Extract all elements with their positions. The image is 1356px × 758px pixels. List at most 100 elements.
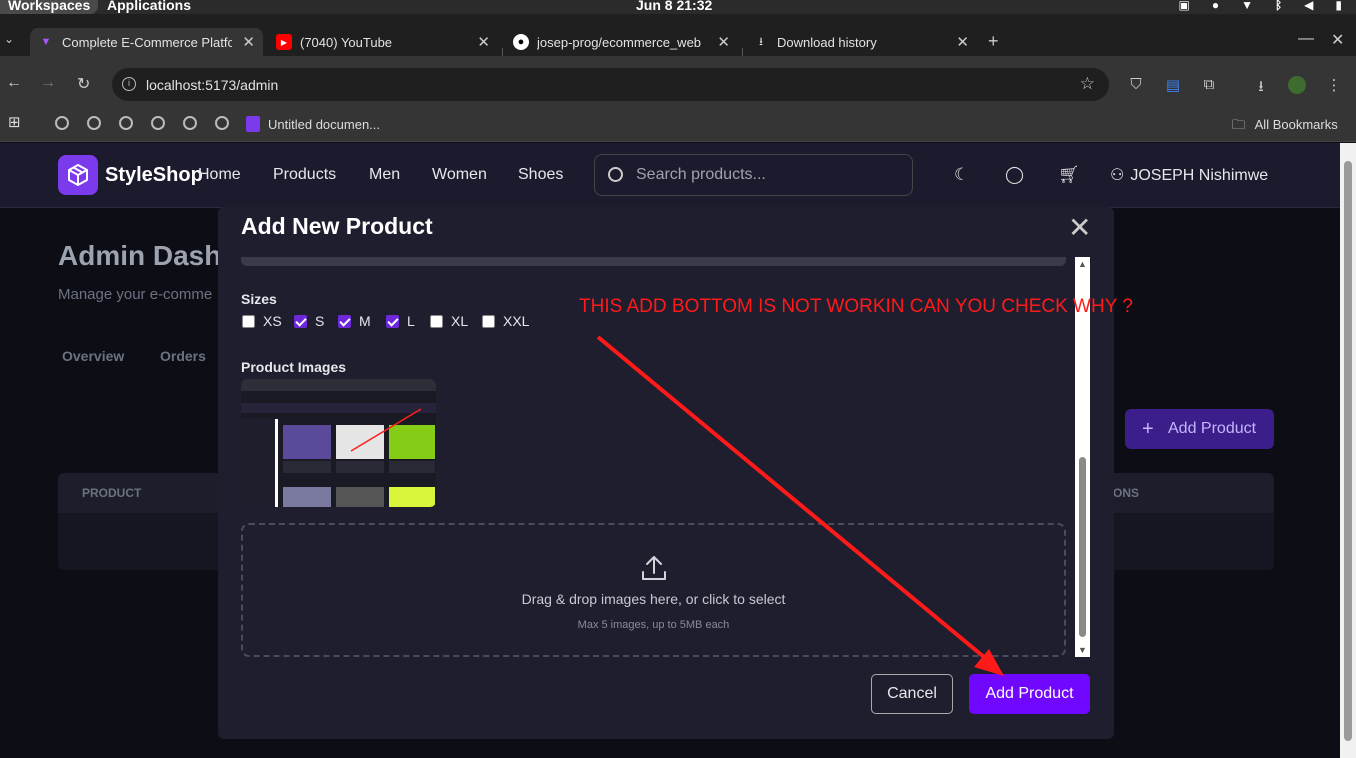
- close-window-icon[interactable]: ✕: [1331, 30, 1344, 50]
- all-bookmarks[interactable]: 🗀 All Bookmarks: [1232, 116, 1338, 138]
- add-product-submit-button[interactable]: Add Product: [969, 674, 1090, 714]
- youtube-icon: ▶: [276, 34, 292, 50]
- extension-icon[interactable]: ▤: [1164, 76, 1182, 94]
- text-field-bottom[interactable]: [241, 257, 1066, 266]
- folder-icon: 🗀: [1232, 117, 1246, 132]
- size-xl-checkbox[interactable]: XL: [430, 313, 468, 329]
- tab-overview[interactable]: Overview: [62, 348, 124, 364]
- add-product-button-background[interactable]: + Add Product: [1125, 409, 1274, 449]
- wifi-icon[interactable]: ▼: [1241, 0, 1253, 12]
- chat-icon[interactable]: ◯: [1005, 165, 1024, 185]
- box-icon: [68, 164, 88, 186]
- tab-downloads[interactable]: ⭳ Download history ✕: [745, 28, 977, 56]
- add-product-modal: Add New Product ✕ Sizes XS S M L XL XXL …: [218, 207, 1114, 739]
- search-input[interactable]: Search products...: [594, 154, 913, 196]
- user-menu[interactable]: ⚇ JOSEPH Nishimwe: [1110, 165, 1268, 185]
- tab-search-icon[interactable]: ⌄: [4, 32, 14, 46]
- system-tray: ▣ ● ▼ ᛒ ◀ ▮: [1178, 0, 1342, 12]
- close-tab-icon[interactable]: ✕: [242, 33, 255, 51]
- moon-icon[interactable]: ☾: [954, 165, 969, 185]
- modal-title: Add New Product: [241, 213, 433, 239]
- download-icon: ⭳: [759, 35, 763, 48]
- clock[interactable]: Jun 8 21:32: [636, 0, 712, 14]
- app-icon[interactable]: ●: [1212, 0, 1219, 12]
- menu-icon[interactable]: ⋮: [1325, 76, 1343, 94]
- size-m-checkbox[interactable]: M: [338, 313, 371, 329]
- dropzone-hint: Max 5 images, up to 5MB each: [577, 619, 730, 631]
- bookmarks-bar: ⊞ Untitled documen... 🗀 All Bookmarks: [0, 108, 1356, 142]
- column-product: PRODUCT: [82, 486, 142, 500]
- close-tab-icon[interactable]: ✕: [956, 33, 969, 51]
- annotation-text: THIS ADD BOTTOM IS NOT WORKIN CAN YOU CH…: [579, 296, 1133, 317]
- brand-name[interactable]: StyleShop: [105, 164, 203, 187]
- close-icon[interactable]: ✕: [1068, 211, 1091, 244]
- back-icon[interactable]: ←: [6, 74, 22, 92]
- nav-products[interactable]: Products: [273, 166, 336, 184]
- tab-github[interactable]: ● josep-prog/ecommerce_web ✕: [505, 28, 738, 56]
- logo[interactable]: [58, 155, 98, 195]
- bookmark-star-icon[interactable]: ☆: [1080, 74, 1095, 94]
- size-xs-checkbox[interactable]: XS: [242, 313, 282, 329]
- search-icon: [608, 167, 623, 182]
- site-header: StyleShop Home Products Men Women Shoes …: [0, 143, 1340, 208]
- close-tab-icon[interactable]: ✕: [477, 33, 490, 51]
- tab-orders[interactable]: Orders: [160, 348, 206, 364]
- downloads-icon[interactable]: ⭳: [1252, 76, 1270, 95]
- sizes-label: Sizes: [241, 291, 277, 307]
- close-tab-icon[interactable]: ✕: [717, 33, 730, 51]
- site-info-icon[interactable]: i: [122, 77, 136, 91]
- vite-icon: ▼: [40, 36, 52, 48]
- extensions-puzzle-icon[interactable]: ⧉: [1200, 76, 1218, 94]
- os-top-bar: Workspaces Applications Jun 8 21:32 ▣ ● …: [0, 0, 1356, 14]
- minimize-icon[interactable]: —: [1298, 30, 1314, 48]
- profile-avatar[interactable]: [1288, 76, 1306, 94]
- nav-home[interactable]: Home: [198, 166, 241, 184]
- image-dropzone[interactable]: Drag & drop images here, or click to sel…: [241, 523, 1066, 657]
- nav-men[interactable]: Men: [369, 166, 400, 184]
- bookmark-docs[interactable]: Untitled documen...: [246, 116, 380, 132]
- nav-women[interactable]: Women: [432, 166, 487, 184]
- bookmark-globe-icon[interactable]: [183, 116, 197, 133]
- size-s-checkbox[interactable]: S: [294, 313, 324, 329]
- tab-youtube[interactable]: ▶ (7040) YouTube ✕: [268, 28, 498, 56]
- page-title: Admin Dash: [58, 240, 222, 271]
- cancel-button[interactable]: Cancel: [871, 674, 953, 714]
- browser-toolbar: ← → ↻ i localhost:5173/admin ☆ ⛉ ▤ ⧉ ⭳ ⋮: [0, 56, 1356, 108]
- tab-ecommerce[interactable]: ▼ Complete E-Commerce Platfo ✕: [30, 28, 263, 56]
- column-actions: ONS: [1113, 486, 1140, 500]
- bookmark-globe-icon[interactable]: [55, 116, 69, 133]
- image-preview-thumbnail[interactable]: [241, 379, 436, 507]
- shield-extension-icon[interactable]: ⛉: [1127, 76, 1145, 94]
- page-scrollbar-thumb[interactable]: [1344, 161, 1352, 741]
- dropzone-text: Drag & drop images here, or click to sel…: [521, 591, 786, 607]
- screenshot-thumbnail-image: [241, 379, 436, 507]
- size-l-checkbox[interactable]: L: [386, 313, 415, 329]
- plus-icon: +: [1142, 418, 1154, 440]
- new-tab-icon[interactable]: +: [988, 31, 999, 52]
- product-images-label: Product Images: [241, 359, 347, 375]
- page-subtitle: Manage your e-comme: [58, 286, 213, 303]
- battery-icon[interactable]: ▮: [1335, 0, 1342, 12]
- bookmark-globe-icon[interactable]: [215, 116, 229, 133]
- url-text[interactable]: localhost:5173/admin: [146, 77, 278, 93]
- applications-menu[interactable]: Applications: [107, 0, 191, 14]
- address-bar[interactable]: i localhost:5173/admin ☆: [112, 68, 1109, 101]
- cart-icon[interactable]: 🛒︎: [1058, 165, 1080, 185]
- apps-grid-icon[interactable]: ⊞: [8, 113, 21, 131]
- bookmark-globe-icon[interactable]: [119, 116, 133, 133]
- display-icon[interactable]: ▣: [1178, 0, 1189, 12]
- volume-icon[interactable]: ◀: [1304, 0, 1313, 12]
- reload-icon[interactable]: ↻: [77, 74, 90, 94]
- bluetooth-icon[interactable]: ᛒ: [1275, 0, 1282, 12]
- size-xxl-checkbox[interactable]: XXL: [482, 313, 529, 329]
- forward-icon[interactable]: →: [40, 74, 56, 92]
- nav-shoes[interactable]: Shoes: [518, 166, 563, 184]
- user-icon: ⚇: [1110, 167, 1125, 184]
- workspaces-button[interactable]: Workspaces: [0, 0, 99, 14]
- page-scrollbar[interactable]: [1340, 143, 1356, 758]
- github-icon: ●: [513, 34, 529, 50]
- modal-scrollbar-thumb[interactable]: [1079, 457, 1086, 637]
- bookmark-globe-icon[interactable]: [87, 116, 101, 133]
- bookmark-globe-icon[interactable]: [151, 116, 165, 133]
- docs-icon: [246, 116, 260, 132]
